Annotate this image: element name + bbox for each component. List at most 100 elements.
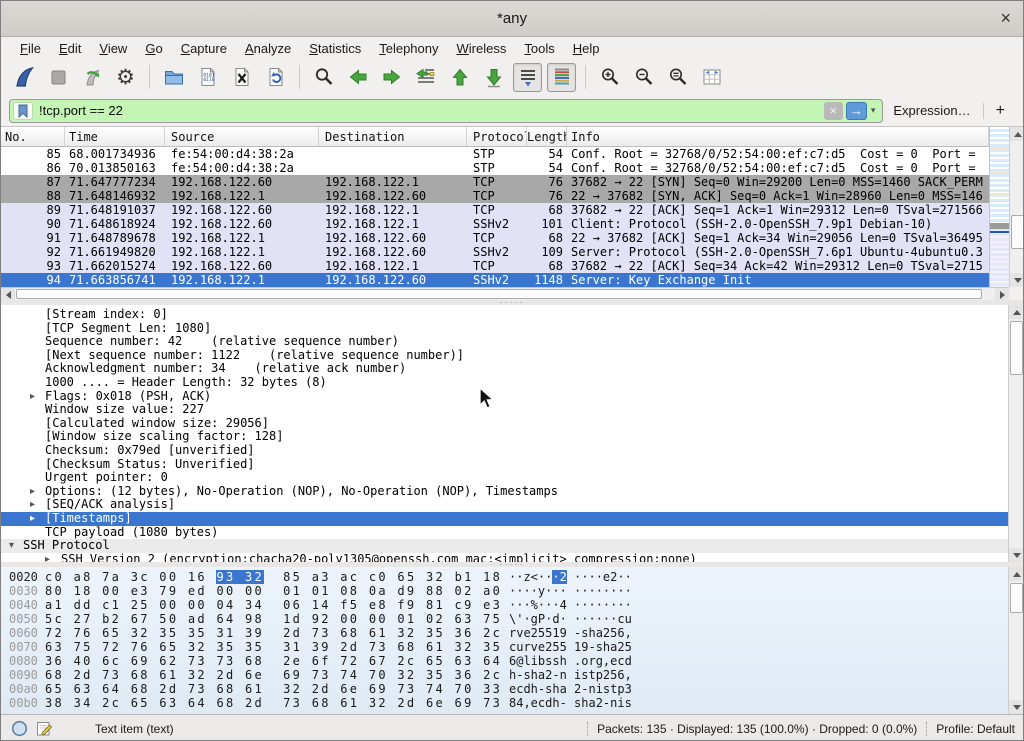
collapsed-icon[interactable]: ▸ — [30, 485, 35, 499]
expression-button[interactable]: Expression… — [883, 103, 980, 118]
hex-bytes[interactable]: 80 18 00 e3 79 ed 00 00 01 01 08 0a d9 8… — [45, 584, 502, 598]
column-header-source[interactable]: Source — [165, 127, 319, 146]
go-first-icon[interactable] — [445, 63, 474, 92]
filter-value[interactable]: !tcp.port == 22 — [39, 103, 824, 118]
hex-bytes[interactable]: 68 2d 73 68 61 32 2d 6e 69 73 74 70 32 3… — [45, 668, 502, 682]
packet-row-87[interactable]: 8771.647777234192.168.122.60192.168.122.… — [1, 175, 989, 189]
menu-statistics[interactable]: Statistics — [300, 39, 370, 58]
packet-row-92[interactable]: 9271.661949820192.168.122.1192.168.122.6… — [1, 245, 989, 259]
expert-info-icon[interactable] — [11, 720, 28, 737]
detail-line[interactable]: ▸[SEQ/ACK analysis] — [1, 498, 1008, 512]
column-header-destination[interactable]: Destination — [319, 127, 467, 146]
column-header-info[interactable]: Info — [567, 127, 989, 146]
profile-label[interactable]: Profile: Default — [936, 722, 1015, 736]
go-back-icon[interactable] — [343, 63, 372, 92]
detail-line[interactable]: [Calculated window size: 29056] — [1, 417, 1008, 431]
ascii-text[interactable]: curve255 19-sha25 — [509, 640, 632, 654]
filter-clear-icon[interactable]: × — [824, 102, 843, 120]
save-file-icon[interactable]: 01010110 — [193, 63, 222, 92]
go-forward-icon[interactable] — [377, 63, 406, 92]
add-filter-button[interactable]: + — [986, 102, 1015, 120]
column-header-time[interactable]: Time — [65, 127, 165, 146]
scrollbar-thumb[interactable] — [1010, 583, 1023, 613]
hex-row[interactable]: 0020c0 a8 7a 3c 00 16 93 32 85 a3 ac c0 … — [1, 570, 1008, 584]
expanded-icon[interactable]: ▾ — [9, 539, 14, 553]
hex-bytes[interactable]: 65 63 64 68 2d 73 68 61 32 2d 6e 69 73 7… — [45, 682, 502, 696]
menu-capture[interactable]: Capture — [172, 39, 236, 58]
close-file-icon[interactable] — [227, 63, 256, 92]
detail-line[interactable]: TCP payload (1080 bytes) — [1, 526, 1008, 540]
hex-row[interactable]: 00b038 34 2c 65 63 64 68 2d 73 68 61 32 … — [1, 696, 1008, 710]
packet-row-86[interactable]: 8670.013850163fe:54:00:d4:38:2aSTP54Conf… — [1, 161, 989, 175]
colorize-icon[interactable] — [547, 63, 576, 92]
collapsed-icon[interactable]: ▸ — [30, 498, 35, 512]
start-capture-icon[interactable] — [9, 63, 38, 92]
hex-bytes[interactable]: 63 75 72 76 65 32 35 35 31 39 2d 73 68 6… — [45, 640, 502, 654]
hex-row[interactable]: 009068 2d 73 68 61 32 2d 6e 69 73 74 70 … — [1, 668, 1008, 682]
packet-list-minimap[interactable] — [989, 127, 1009, 287]
detail-line[interactable]: Urgent pointer: 0 — [1, 471, 1008, 485]
packet-row-85[interactable]: 8568.001734936fe:54:00:d4:38:2aSTP54Conf… — [1, 147, 989, 161]
detail-scrollbar[interactable] — [1008, 305, 1024, 562]
hex-row[interactable]: 003080 18 00 e3 79 ed 00 00 01 01 08 0a … — [1, 584, 1008, 598]
go-to-packet-icon[interactable] — [411, 63, 440, 92]
detail-line[interactable]: Window size value: 227 — [1, 403, 1008, 417]
detail-line[interactable]: [Next sequence number: 1122 (relative se… — [1, 349, 1008, 363]
collapsed-icon[interactable]: ▸ — [30, 390, 35, 404]
resize-columns-icon[interactable] — [697, 63, 726, 92]
scroll-up-icon[interactable] — [1009, 567, 1024, 581]
detail-line[interactable]: Sequence number: 42 (relative sequence n… — [1, 335, 1008, 349]
scroll-down-icon[interactable] — [1010, 273, 1024, 287]
filter-dropdown-icon[interactable]: ▾ — [867, 105, 880, 116]
hex-scrollbar[interactable] — [1008, 567, 1024, 714]
zoom-reset-icon[interactable] — [663, 63, 692, 92]
zoom-in-icon[interactable] — [595, 63, 624, 92]
hex-bytes[interactable]: a1 dd c1 25 00 00 04 34 06 14 f5 e8 f9 8… — [45, 598, 502, 612]
hex-bytes[interactable]: 72 76 65 32 35 35 31 39 2d 73 68 61 32 3… — [45, 626, 502, 640]
menu-analyze[interactable]: Analyze — [236, 39, 300, 58]
scroll-down-icon[interactable] — [1009, 548, 1024, 562]
scrollbar-thumb[interactable] — [1011, 215, 1024, 249]
hex-bytes[interactable]: c0 a8 7a 3c 00 16 93 32 85 a3 ac c0 65 3… — [45, 570, 502, 584]
packet-row-91[interactable]: 9171.648789678192.168.122.1192.168.122.6… — [1, 231, 989, 245]
detail-line[interactable]: ▸Options: (12 bytes), No-Operation (NOP)… — [1, 485, 1008, 499]
auto-scroll-icon[interactable] — [513, 63, 542, 92]
menu-edit[interactable]: Edit — [50, 39, 90, 58]
hex-row[interactable]: 00505c 27 b2 67 50 ad 64 98 1d 92 00 00 … — [1, 612, 1008, 626]
menu-telephony[interactable]: Telephony — [370, 39, 447, 58]
detail-line[interactable]: [Stream index: 0] — [1, 308, 1008, 322]
close-window-icon[interactable]: × — [1000, 7, 1011, 29]
hex-row[interactable]: 00a065 63 64 68 2d 73 68 61 32 2d 6e 69 … — [1, 682, 1008, 696]
menu-tools[interactable]: Tools — [515, 39, 563, 58]
packet-row-90[interactable]: 9071.648618924192.168.122.60192.168.122.… — [1, 217, 989, 231]
scrollbar-thumb[interactable] — [16, 289, 982, 299]
go-last-icon[interactable] — [479, 63, 508, 92]
scrollbar-thumb[interactable] — [1010, 321, 1023, 375]
hex-row[interactable]: 006072 76 65 32 35 35 31 39 2d 73 68 61 … — [1, 626, 1008, 640]
ascii-text[interactable]: ····y··· ········ — [509, 584, 632, 598]
column-header-no[interactable]: No. — [1, 127, 65, 146]
detail-line[interactable]: Acknowledgment number: 34 (relative ack … — [1, 362, 1008, 376]
scroll-up-icon[interactable] — [1009, 305, 1024, 319]
menu-help[interactable]: Help — [564, 39, 609, 58]
detail-line[interactable]: [Checksum Status: Unverified] — [1, 458, 1008, 472]
column-header-length[interactable]: Length — [527, 127, 567, 146]
hex-row[interactable]: 0040a1 dd c1 25 00 00 04 34 06 14 f5 e8 … — [1, 598, 1008, 612]
detail-line[interactable]: ▸Flags: 0x018 (PSH, ACK) — [1, 390, 1008, 404]
packet-row-88[interactable]: 8871.648146932192.168.122.1192.168.122.6… — [1, 189, 989, 203]
ascii-text[interactable]: 84,ecdh- sha2-nis — [509, 696, 632, 710]
column-header-protocol[interactable]: Protocol — [467, 127, 527, 146]
capture-comment-icon[interactable] — [36, 720, 53, 737]
packet-row-94[interactable]: 9471.663856741192.168.122.1192.168.122.6… — [1, 273, 989, 287]
menu-go[interactable]: Go — [136, 39, 171, 58]
filter-apply-icon[interactable]: → — [846, 102, 867, 120]
detail-line[interactable]: [TCP Segment Len: 1080] — [1, 322, 1008, 336]
hex-row[interactable]: 008036 40 6c 69 62 73 73 68 2e 6f 72 67 … — [1, 654, 1008, 668]
scroll-down-icon[interactable] — [1009, 700, 1024, 714]
hex-bytes[interactable]: 5c 27 b2 67 50 ad 64 98 1d 92 00 00 01 0… — [45, 612, 502, 626]
title-bar[interactable]: *any × — [1, 1, 1023, 37]
hex-bytes[interactable]: 36 40 6c 69 62 73 73 68 2e 6f 72 67 2c 6… — [45, 654, 502, 668]
detail-line[interactable]: ▸[Timestamps] — [1, 512, 1008, 526]
ascii-text[interactable]: 6@libssh .org,ecd — [509, 654, 632, 668]
collapsed-icon[interactable]: ▸ — [45, 553, 50, 562]
